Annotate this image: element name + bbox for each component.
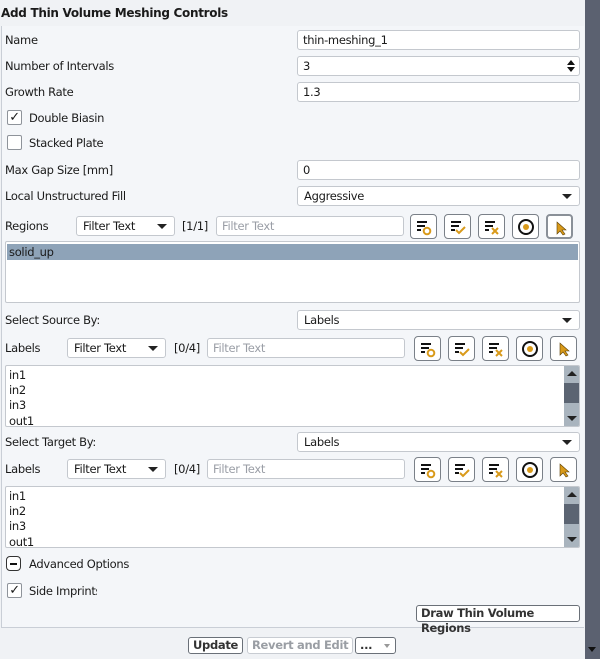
side-imprints-label: Side Imprints xyxy=(29,584,97,598)
stacked-plates-label: Stacked Plates xyxy=(29,136,104,150)
target-value: Labels xyxy=(304,435,340,449)
use-filter-button[interactable] xyxy=(516,457,543,482)
stacked-plates-checkbox[interactable] xyxy=(7,135,22,150)
pick-button[interactable] xyxy=(550,336,577,361)
target-list[interactable]: in1 in2 in3 out1 xyxy=(5,486,580,548)
side-imprints-checkbox[interactable]: ✓ xyxy=(7,583,22,598)
growth-rate-input[interactable]: 1.3 xyxy=(297,82,580,102)
source-list-scrollbar[interactable] xyxy=(564,366,579,426)
filter-options-button[interactable] xyxy=(414,336,441,361)
intervals-label: Number of Intervals xyxy=(5,59,114,73)
max-gap-input[interactable]: 0 xyxy=(297,160,580,180)
fill-value: Aggressive xyxy=(304,189,365,203)
filter-options-button[interactable] xyxy=(414,457,441,482)
list-item[interactable]: out1 xyxy=(9,534,34,547)
list-item[interactable]: in3 xyxy=(9,518,26,534)
source-filter-input[interactable]: Filter Text xyxy=(207,338,405,358)
double-biasing-label: Double Biasing xyxy=(29,111,104,125)
scroll-down-icon[interactable] xyxy=(588,647,596,652)
chevron-down-icon xyxy=(157,224,167,229)
intervals-spinner[interactable]: 3 xyxy=(297,56,580,76)
source-labels-label: Labels xyxy=(5,341,41,355)
name-input[interactable]: thin-meshing_1 xyxy=(297,30,580,50)
filter-mode-value: Filter Text xyxy=(74,341,127,355)
intervals-value: 3 xyxy=(303,59,311,73)
list-item[interactable]: solid_up xyxy=(9,244,54,260)
chevron-down-icon xyxy=(562,318,572,323)
regions-list[interactable]: solid_up xyxy=(5,241,580,303)
source-list[interactable]: in1 in2 in3 out1 xyxy=(5,365,580,427)
use-filter-button[interactable] xyxy=(516,336,543,361)
increment-icon[interactable] xyxy=(567,60,575,65)
regions-filter-input[interactable]: Filter Text xyxy=(216,216,404,236)
use-filter-button[interactable] xyxy=(512,214,539,239)
chevron-down-icon xyxy=(562,194,572,199)
name-label: Name xyxy=(5,33,38,47)
regions-label: Regions xyxy=(5,219,49,233)
target-dropdown[interactable]: Labels xyxy=(297,432,580,452)
target-label: Select Target By: xyxy=(5,435,96,449)
fill-label: Local Unstructured Fill xyxy=(5,189,126,203)
list-item[interactable]: in3 xyxy=(9,397,26,413)
panel-title: Add Thin Volume Meshing Controls xyxy=(1,6,228,20)
scroll-up-icon[interactable] xyxy=(567,492,577,497)
list-item[interactable]: out1 xyxy=(9,413,34,426)
filter-options-button[interactable] xyxy=(410,214,437,239)
update-button[interactable]: Update xyxy=(188,637,244,654)
source-filter-mode-dropdown[interactable]: Filter Text xyxy=(67,338,166,358)
fill-dropdown[interactable]: Aggressive xyxy=(297,186,580,206)
scroll-down-icon[interactable] xyxy=(567,416,577,421)
growth-label: Growth Rate xyxy=(5,85,74,99)
source-label: Select Source By: xyxy=(5,313,100,327)
draw-thin-volume-regions-button[interactable]: Draw Thin Volume Regions xyxy=(416,605,580,635)
collapse-advanced-icon[interactable] xyxy=(6,556,21,571)
deselect-all-button[interactable] xyxy=(482,457,509,482)
select-all-button[interactable] xyxy=(448,457,475,482)
chevron-down-icon xyxy=(562,440,572,445)
scroll-up-icon[interactable] xyxy=(567,371,577,376)
max-gap-label: Max Gap Size [mm] xyxy=(5,163,113,177)
revert-and-edit-button[interactable]: Revert and Edit xyxy=(247,637,354,654)
page-scrollbar[interactable] xyxy=(585,0,600,659)
source-dropdown[interactable]: Labels xyxy=(297,310,580,330)
list-item[interactable]: in1 xyxy=(9,488,26,504)
scroll-down-icon[interactable] xyxy=(567,537,577,542)
chevron-down-icon xyxy=(384,644,390,648)
chevron-down-icon xyxy=(148,346,158,351)
chevron-down-icon xyxy=(148,467,158,472)
decrement-icon[interactable] xyxy=(567,67,575,72)
pick-button[interactable] xyxy=(546,214,573,239)
regions-count: [1/1] xyxy=(182,219,208,233)
list-item[interactable]: in2 xyxy=(9,503,26,519)
deselect-all-button[interactable] xyxy=(482,336,509,361)
regions-filter-mode-dropdown[interactable]: Filter Text xyxy=(76,216,175,236)
source-value: Labels xyxy=(304,313,340,327)
source-count: [0/4] xyxy=(174,341,200,355)
more-label: ... xyxy=(360,638,373,652)
target-labels-label: Labels xyxy=(5,462,41,476)
pick-button[interactable] xyxy=(550,457,577,482)
deselect-all-button[interactable] xyxy=(478,214,505,239)
filter-mode-value: Filter Text xyxy=(83,219,136,233)
select-all-button[interactable] xyxy=(444,214,471,239)
target-filter-mode-dropdown[interactable]: Filter Text xyxy=(67,459,166,479)
target-filter-input[interactable]: Filter Text xyxy=(207,459,405,479)
double-biasing-checkbox[interactable]: ✓ xyxy=(7,110,22,125)
list-item[interactable]: in1 xyxy=(9,367,26,383)
more-options-dropdown[interactable]: ... xyxy=(355,637,396,654)
select-all-button[interactable] xyxy=(448,336,475,361)
target-count: [0/4] xyxy=(174,462,200,476)
advanced-options-label: Advanced Options xyxy=(29,557,130,571)
target-list-scrollbar[interactable] xyxy=(564,487,579,547)
list-item[interactable]: in2 xyxy=(9,382,26,398)
filter-mode-value: Filter Text xyxy=(74,462,127,476)
